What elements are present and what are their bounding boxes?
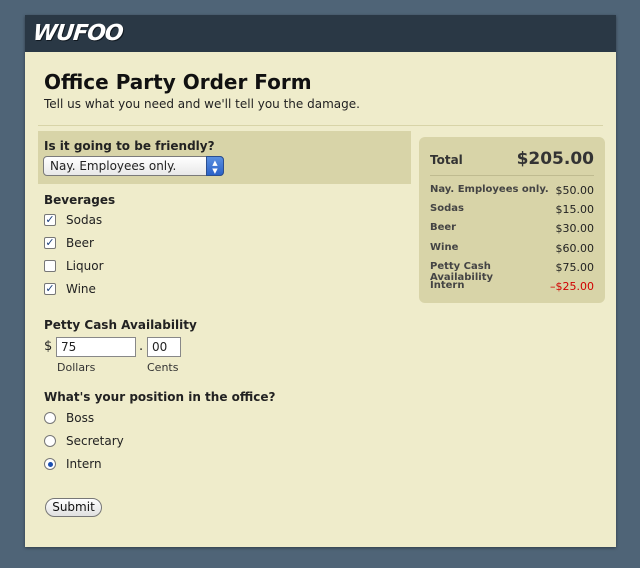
position-option-secretary[interactable]: Secretary: [44, 433, 124, 449]
liquor-checkbox[interactable]: [44, 260, 56, 272]
summary-line-item: Sodas $15.00: [430, 203, 594, 216]
position-label: What's your position in the office?: [44, 390, 276, 404]
friendly-field: Is it going to be friendly? Nay. Employe…: [38, 131, 411, 184]
cents-input[interactable]: 00: [147, 337, 181, 357]
secretary-label: Secretary: [66, 434, 124, 448]
boss-label: Boss: [66, 411, 95, 425]
submit-button[interactable]: Submit: [45, 498, 102, 517]
beer-checkbox[interactable]: ✓: [44, 237, 56, 249]
dollars-input[interactable]: 75: [56, 337, 136, 357]
form-description: Tell us what you need and we'll tell you…: [44, 97, 360, 111]
liquor-label: Liquor: [66, 259, 104, 273]
divider: [38, 125, 603, 126]
select-arrows-icon: ▲ ▼: [206, 156, 224, 176]
summary-item-amount: $15.00: [555, 203, 595, 216]
summary-line-item: Beer $30.00: [430, 222, 594, 235]
currency-symbol: $: [44, 339, 53, 354]
wine-label: Wine: [66, 282, 96, 296]
friendly-select[interactable]: Nay. Employees only. ▲ ▼: [43, 156, 224, 176]
intern-radio[interactable]: [44, 458, 56, 470]
petty-cash-label: Petty Cash Availability: [44, 318, 197, 332]
summary-line-item: Intern –$25.00: [430, 280, 594, 293]
total-row: Total $205.00: [430, 149, 594, 169]
intern-label: Intern: [66, 457, 102, 471]
beer-label: Beer: [66, 236, 94, 250]
friendly-select-value: Nay. Employees only.: [50, 159, 177, 173]
summary-item-amount: $50.00: [555, 184, 595, 197]
decimal-separator: .: [139, 339, 144, 354]
summary-item-label: Wine: [430, 242, 459, 253]
wine-checkbox[interactable]: ✓: [44, 283, 56, 295]
form-container: WUFOO Office Party Order Form Tell us wh…: [25, 15, 616, 547]
summary-item-label: Intern: [430, 280, 465, 291]
cents-label: Cents: [147, 361, 179, 374]
summary-item-amount: –$25.00: [550, 280, 594, 293]
total-label: Total: [430, 153, 463, 167]
order-summary-panel: Total $205.00 Nay. Employees only. $50.0…: [419, 137, 605, 303]
app-header: WUFOO: [25, 15, 616, 52]
boss-radio[interactable]: [44, 412, 56, 424]
position-option-boss[interactable]: Boss: [44, 410, 94, 426]
summary-item-label: Sodas: [430, 203, 464, 214]
summary-item-label: Nay. Employees only.: [430, 184, 549, 195]
beverage-option-beer[interactable]: ✓ Beer: [44, 235, 94, 251]
total-value: $205.00: [516, 149, 594, 169]
sodas-label: Sodas: [66, 213, 103, 227]
summary-line-item: Nay. Employees only. $50.00: [430, 184, 594, 197]
friendly-label: Is it going to be friendly?: [44, 139, 215, 153]
summary-line-item: Wine $60.00: [430, 242, 594, 255]
wufoo-logo[interactable]: WUFOO: [32, 21, 124, 46]
position-option-intern[interactable]: Intern: [44, 456, 102, 472]
form-title: Office Party Order Form: [44, 70, 312, 94]
dollars-label: Dollars: [57, 361, 96, 374]
beverage-option-wine[interactable]: ✓ Wine: [44, 281, 96, 297]
secretary-radio[interactable]: [44, 435, 56, 447]
beverage-option-liquor[interactable]: Liquor: [44, 258, 104, 274]
summary-item-label: Beer: [430, 222, 457, 233]
summary-divider: [430, 175, 594, 176]
summary-item-amount: $30.00: [555, 222, 595, 235]
summary-item-amount: $60.00: [555, 242, 595, 255]
beverage-option-sodas[interactable]: ✓ Sodas: [44, 212, 102, 228]
beverages-label: Beverages: [44, 193, 116, 207]
sodas-checkbox[interactable]: ✓: [44, 214, 56, 226]
